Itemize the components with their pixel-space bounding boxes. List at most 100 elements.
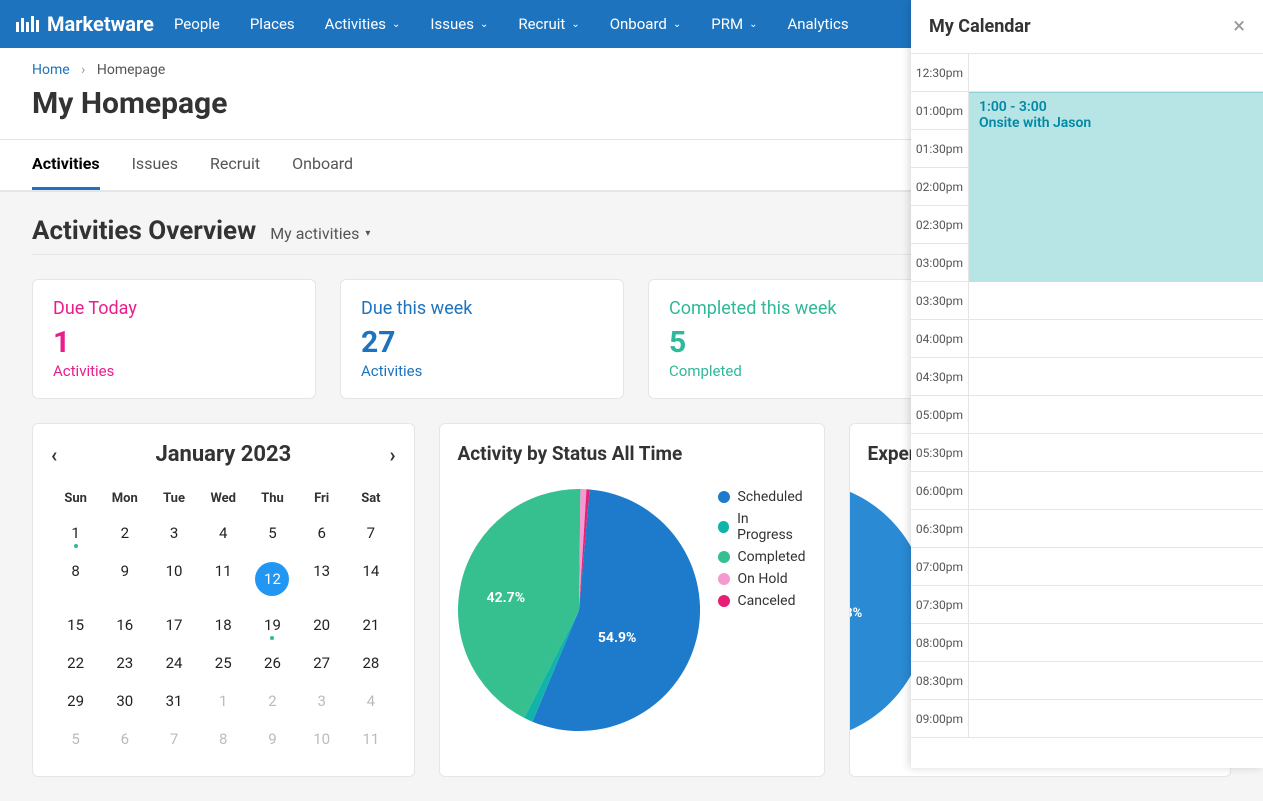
nav-onboard[interactable]: Onboard⌄ <box>610 15 682 33</box>
calendar-day[interactable]: 28 <box>346 644 395 682</box>
close-icon[interactable]: × <box>1233 14 1245 39</box>
logo-icon <box>16 16 39 32</box>
time-slot[interactable] <box>969 54 1263 91</box>
calendar-prev-button[interactable]: ‹ <box>51 443 57 467</box>
summary-card[interactable]: Due Today1Activities <box>32 279 316 399</box>
time-slot[interactable] <box>969 700 1263 737</box>
calendar-day[interactable]: 10 <box>297 720 346 758</box>
calendar-day[interactable]: 2 <box>248 682 297 720</box>
nav-people[interactable]: People <box>174 15 220 33</box>
calendar-day[interactable]: 7 <box>149 720 198 758</box>
overview-filter-dropdown[interactable]: My activities ▾ <box>270 224 370 243</box>
calendar-dow: Sun <box>51 483 100 514</box>
time-row[interactable]: 08:00pm <box>911 624 1263 662</box>
calendar-day[interactable]: 7 <box>346 514 395 552</box>
calendar-day[interactable]: 15 <box>51 606 100 644</box>
time-label: 06:00pm <box>911 472 969 509</box>
tab-issues[interactable]: Issues <box>132 140 178 190</box>
calendar-day[interactable]: 25 <box>199 644 248 682</box>
time-row[interactable]: 05:00pm <box>911 396 1263 434</box>
calendar-day[interactable]: 12 <box>248 552 297 606</box>
calendar-day[interactable]: 5 <box>248 514 297 552</box>
calendar-day[interactable]: 11 <box>346 720 395 758</box>
chevron-down-icon: ⌄ <box>673 19 681 30</box>
calendar-day[interactable]: 27 <box>297 644 346 682</box>
time-row[interactable]: 07:00pm <box>911 548 1263 586</box>
calendar-day[interactable]: 4 <box>346 682 395 720</box>
time-slot[interactable] <box>969 472 1263 509</box>
time-row[interactable]: 03:30pm <box>911 282 1263 320</box>
calendar-day[interactable]: 6 <box>297 514 346 552</box>
calendar-day[interactable]: 16 <box>100 606 149 644</box>
time-label: 03:30pm <box>911 282 969 319</box>
calendar-day[interactable]: 10 <box>149 552 198 606</box>
time-row[interactable]: 08:30pm <box>911 662 1263 700</box>
time-row[interactable]: 04:30pm <box>911 358 1263 396</box>
calendar-day[interactable]: 3 <box>149 514 198 552</box>
calendar-day[interactable]: 9 <box>248 720 297 758</box>
calendar-day[interactable]: 31 <box>149 682 198 720</box>
calendar-day[interactable]: 5 <box>51 720 100 758</box>
time-row[interactable]: 07:30pm <box>911 586 1263 624</box>
calendar-dow: Tue <box>149 483 198 514</box>
calendar-day[interactable]: 20 <box>297 606 346 644</box>
time-slot[interactable] <box>969 624 1263 661</box>
time-slot[interactable] <box>969 320 1263 357</box>
calendar-day[interactable]: 6 <box>100 720 149 758</box>
calendar-day[interactable]: 8 <box>199 720 248 758</box>
nav-places[interactable]: Places <box>250 15 295 33</box>
calendar-event[interactable]: 1:00 - 3:00Onsite with Jason <box>969 92 1263 282</box>
calendar-day[interactable]: 2 <box>100 514 149 552</box>
calendar-day[interactable]: 8 <box>51 552 100 606</box>
calendar-day[interactable]: 30 <box>100 682 149 720</box>
nav-issues[interactable]: Issues⌄ <box>430 15 488 33</box>
time-slot[interactable] <box>969 434 1263 471</box>
pie-chart-title: Activity by Status All Time <box>458 442 806 465</box>
calendar-day[interactable]: 1 <box>199 682 248 720</box>
calendar-day[interactable]: 1 <box>51 514 100 552</box>
time-row[interactable]: 09:00pm <box>911 700 1263 738</box>
summary-card[interactable]: Completed this week5Completed <box>648 279 932 399</box>
calendar-day[interactable]: 13 <box>297 552 346 606</box>
tab-activities[interactable]: Activities <box>32 140 100 190</box>
time-row[interactable]: 12:30pm <box>911 54 1263 92</box>
tab-onboard[interactable]: Onboard <box>292 140 353 190</box>
time-row[interactable]: 06:00pm <box>911 472 1263 510</box>
nav-activities[interactable]: Activities⌄ <box>325 15 401 33</box>
calendar-day[interactable]: 24 <box>149 644 198 682</box>
calendar-day[interactable]: 18 <box>199 606 248 644</box>
calendar-day[interactable]: 29 <box>51 682 100 720</box>
calendar-day[interactable]: 14 <box>346 552 395 606</box>
chevron-down-icon: ⌄ <box>480 19 488 30</box>
calendar-day[interactable]: 19 <box>248 606 297 644</box>
time-slot[interactable] <box>969 548 1263 585</box>
time-row[interactable]: 04:00pm <box>911 320 1263 358</box>
summary-card[interactable]: Due this week27Activities <box>340 279 624 399</box>
time-row[interactable]: 05:30pm <box>911 434 1263 472</box>
time-slot[interactable] <box>969 510 1263 547</box>
time-slot[interactable] <box>969 282 1263 319</box>
calendar-next-button[interactable]: › <box>389 443 395 467</box>
time-row[interactable]: 06:30pm <box>911 510 1263 548</box>
nav-prm[interactable]: PRM⌄ <box>711 15 757 33</box>
time-label: 07:00pm <box>911 548 969 585</box>
time-slot[interactable] <box>969 358 1263 395</box>
time-slot[interactable] <box>969 662 1263 699</box>
nav-recruit[interactable]: Recruit⌄ <box>518 15 579 33</box>
calendar-day[interactable]: 9 <box>100 552 149 606</box>
breadcrumb-home[interactable]: Home <box>32 62 70 78</box>
calendar-day[interactable]: 3 <box>297 682 346 720</box>
time-slot[interactable] <box>969 586 1263 623</box>
calendar-day[interactable]: 26 <box>248 644 297 682</box>
nav-analytics[interactable]: Analytics <box>787 15 848 33</box>
calendar-day[interactable]: 17 <box>149 606 198 644</box>
calendar-day[interactable]: 4 <box>199 514 248 552</box>
time-label: 02:00pm <box>911 168 969 205</box>
calendar-day[interactable]: 23 <box>100 644 149 682</box>
calendar-day[interactable]: 21 <box>346 606 395 644</box>
calendar-day[interactable]: 22 <box>51 644 100 682</box>
tab-recruit[interactable]: Recruit <box>210 140 260 190</box>
calendar-day[interactable]: 11 <box>199 552 248 606</box>
time-slot[interactable] <box>969 396 1263 433</box>
caret-down-icon: ▾ <box>365 228 370 239</box>
